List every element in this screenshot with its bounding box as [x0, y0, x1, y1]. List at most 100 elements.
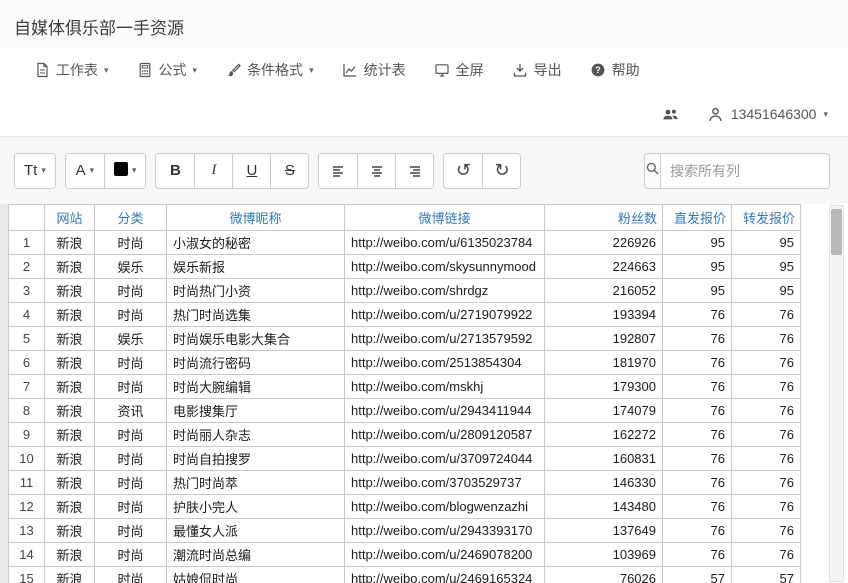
row-number[interactable]: 4	[9, 303, 45, 327]
cell-fans[interactable]: 193394	[545, 303, 663, 327]
cell-fans[interactable]: 162272	[545, 423, 663, 447]
cell-website[interactable]: 新浪	[45, 255, 95, 279]
cell-link[interactable]: http://weibo.com/skysunnymood	[345, 255, 545, 279]
cell-fans[interactable]: 192807	[545, 327, 663, 351]
cell-link[interactable]: http://weibo.com/u/3709724044	[345, 447, 545, 471]
cell-category[interactable]: 时尚	[95, 423, 167, 447]
cell-category[interactable]: 时尚	[95, 543, 167, 567]
cell-website[interactable]: 新浪	[45, 471, 95, 495]
cell-direct-price[interactable]: 76	[663, 447, 732, 471]
row-number[interactable]: 14	[9, 543, 45, 567]
menu-item-formula[interactable]: 公式▾	[137, 60, 198, 80]
cell-nickname[interactable]: 时尚娱乐电影大集合	[167, 327, 345, 351]
cell-direct-price[interactable]: 76	[663, 375, 732, 399]
cell-repost-price[interactable]: 57	[732, 567, 801, 583]
cell-link[interactable]: http://weibo.com/u/2469165324	[345, 567, 545, 583]
cell-category[interactable]: 时尚	[95, 375, 167, 399]
cell-category[interactable]: 娱乐	[95, 255, 167, 279]
cell-link[interactable]: http://weibo.com/3703529737	[345, 471, 545, 495]
cell-link[interactable]: http://weibo.com/2513854304	[345, 351, 545, 375]
col-header-website[interactable]: 网站	[45, 205, 95, 231]
cell-website[interactable]: 新浪	[45, 375, 95, 399]
cell-category[interactable]: 时尚	[95, 279, 167, 303]
cell-website[interactable]: 新浪	[45, 543, 95, 567]
underline-button[interactable]: U	[232, 154, 270, 188]
col-header-repost-price[interactable]: 转发报价	[732, 205, 801, 231]
menu-item-conditional-format[interactable]: 条件格式▾	[225, 60, 314, 80]
cell-direct-price[interactable]: 95	[663, 255, 732, 279]
cell-website[interactable]: 新浪	[45, 351, 95, 375]
cell-repost-price[interactable]: 95	[732, 231, 801, 255]
cell-fans[interactable]: 179300	[545, 375, 663, 399]
cell-fans[interactable]: 160831	[545, 447, 663, 471]
menu-item-export[interactable]: 导出	[512, 60, 562, 80]
cell-website[interactable]: 新浪	[45, 567, 95, 583]
row-number[interactable]: 11	[9, 471, 45, 495]
cell-nickname[interactable]: 娱乐新报	[167, 255, 345, 279]
cell-direct-price[interactable]: 76	[663, 423, 732, 447]
scrollbar-thumb[interactable]	[831, 209, 842, 255]
menu-item-fullscreen[interactable]: 全屏	[434, 60, 484, 80]
cell-fans[interactable]: 146330	[545, 471, 663, 495]
cell-direct-price[interactable]: 95	[663, 279, 732, 303]
cell-direct-price[interactable]: 57	[663, 567, 732, 583]
cell-link[interactable]: http://weibo.com/u/2943393170	[345, 519, 545, 543]
cell-website[interactable]: 新浪	[45, 423, 95, 447]
cell-link[interactable]: http://weibo.com/u/2943411944	[345, 399, 545, 423]
cell-direct-price[interactable]: 76	[663, 399, 732, 423]
bold-button[interactable]: B	[156, 154, 194, 188]
cell-category[interactable]: 时尚	[95, 447, 167, 471]
align-left-button[interactable]	[319, 154, 357, 188]
menu-item-worksheet[interactable]: 工作表▾	[34, 60, 109, 80]
cell-repost-price[interactable]: 76	[732, 327, 801, 351]
cell-link[interactable]: http://weibo.com/u/2719079922	[345, 303, 545, 327]
menu-item-help[interactable]: ?帮助	[590, 60, 640, 80]
cell-category[interactable]: 资讯	[95, 399, 167, 423]
cell-website[interactable]: 新浪	[45, 303, 95, 327]
italic-button[interactable]: I	[194, 154, 232, 188]
cell-direct-price[interactable]: 76	[663, 471, 732, 495]
cell-nickname[interactable]: 护肤小完人	[167, 495, 345, 519]
account-menu[interactable]: 13451646300 ▾	[707, 106, 828, 123]
row-number[interactable]: 13	[9, 519, 45, 543]
col-header-category[interactable]: 分类	[95, 205, 167, 231]
undo-button[interactable]: ↺	[444, 154, 482, 188]
cell-repost-price[interactable]: 76	[732, 447, 801, 471]
cell-fans[interactable]: 143480	[545, 495, 663, 519]
cell-nickname[interactable]: 时尚热门小资	[167, 279, 345, 303]
cell-repost-price[interactable]: 76	[732, 543, 801, 567]
users-button[interactable]	[662, 106, 679, 123]
cell-website[interactable]: 新浪	[45, 327, 95, 351]
strikethrough-button[interactable]: S	[270, 154, 308, 188]
cell-category[interactable]: 时尚	[95, 351, 167, 375]
corner-header[interactable]	[9, 205, 45, 231]
cell-repost-price[interactable]: 95	[732, 255, 801, 279]
cell-repost-price[interactable]: 76	[732, 303, 801, 327]
cell-repost-price[interactable]: 76	[732, 423, 801, 447]
search-button[interactable]	[645, 154, 661, 188]
cell-link[interactable]: http://weibo.com/u/2469078200	[345, 543, 545, 567]
fill-color-button[interactable]: ▾	[104, 154, 146, 188]
align-center-button[interactable]	[357, 154, 395, 188]
row-number[interactable]: 9	[9, 423, 45, 447]
font-size-button[interactable]: Tt▾	[15, 154, 55, 188]
cell-website[interactable]: 新浪	[45, 399, 95, 423]
redo-button[interactable]: ↻	[482, 154, 520, 188]
cell-link[interactable]: http://weibo.com/shrdgz	[345, 279, 545, 303]
col-header-link[interactable]: 微博链接	[345, 205, 545, 231]
vertical-scrollbar[interactable]	[829, 205, 844, 582]
cell-fans[interactable]: 76026	[545, 567, 663, 583]
cell-nickname[interactable]: 最懂女人派	[167, 519, 345, 543]
cell-category[interactable]: 娱乐	[95, 327, 167, 351]
cell-link[interactable]: http://weibo.com/mskhj	[345, 375, 545, 399]
cell-direct-price[interactable]: 76	[663, 543, 732, 567]
cell-direct-price[interactable]: 76	[663, 303, 732, 327]
cell-nickname[interactable]: 潮流时尚总编	[167, 543, 345, 567]
cell-fans[interactable]: 181970	[545, 351, 663, 375]
cell-direct-price[interactable]: 76	[663, 327, 732, 351]
cell-link[interactable]: http://weibo.com/blogwenzazhi	[345, 495, 545, 519]
cell-website[interactable]: 新浪	[45, 495, 95, 519]
row-number[interactable]: 2	[9, 255, 45, 279]
row-number[interactable]: 3	[9, 279, 45, 303]
cell-nickname[interactable]: 热门时尚萃	[167, 471, 345, 495]
